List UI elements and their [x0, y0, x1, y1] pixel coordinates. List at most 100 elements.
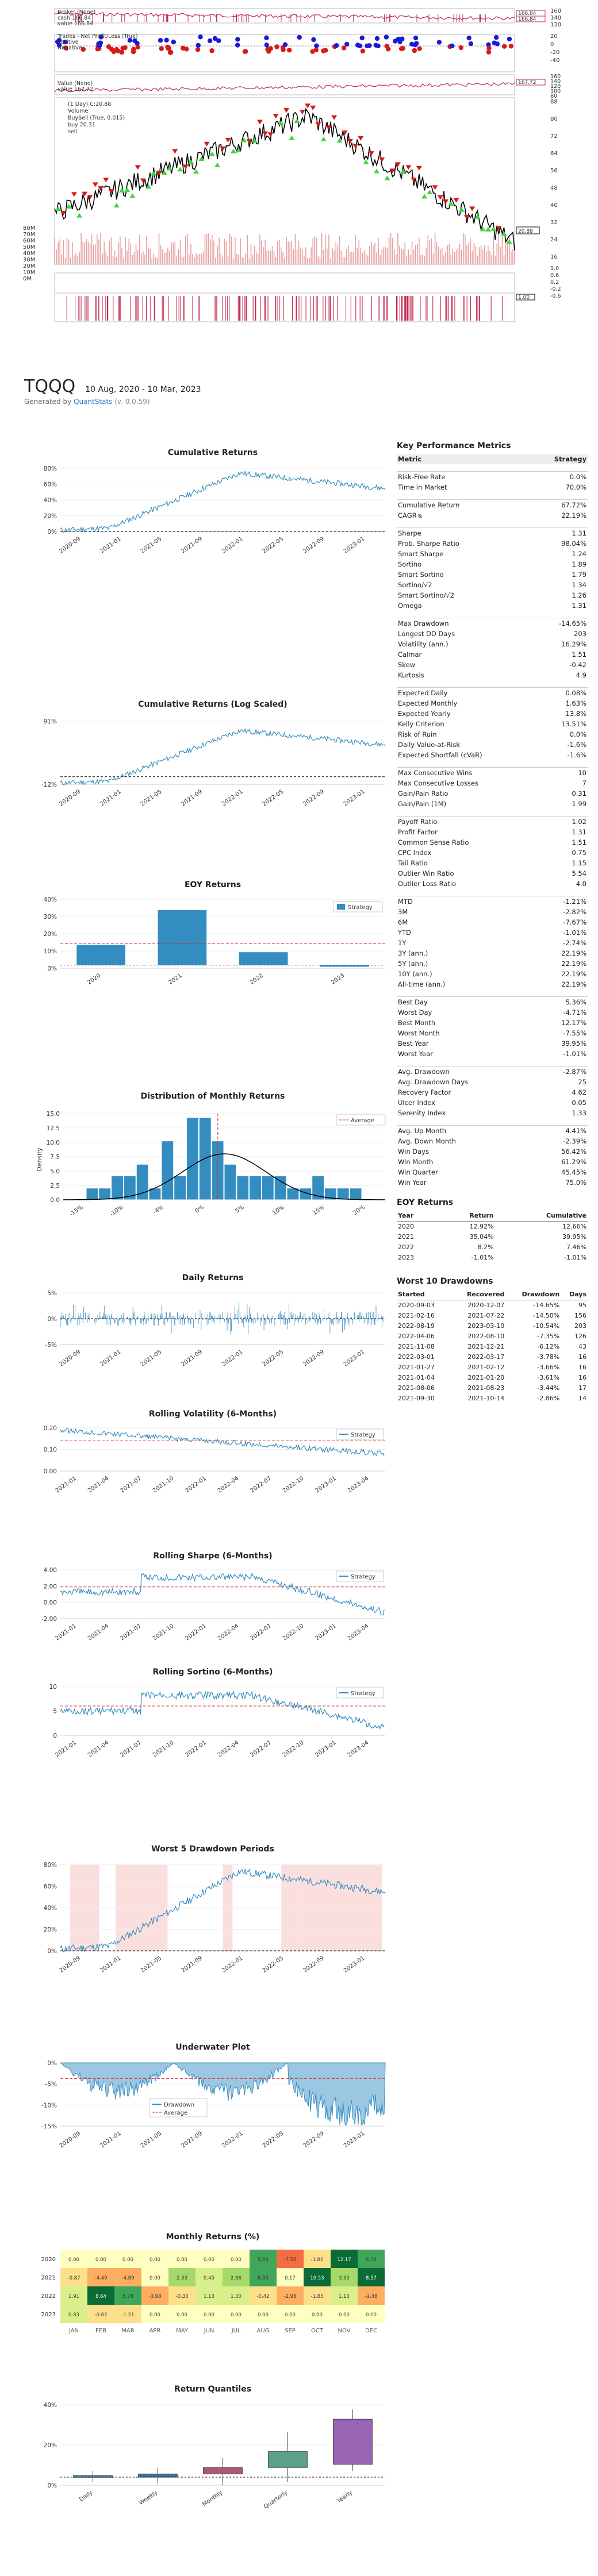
sell-marker — [71, 192, 77, 197]
volume-bar — [107, 256, 109, 264]
metric-row: Smart Sortino/√2 1.26 — [397, 590, 588, 600]
negative-trade-marker — [281, 47, 286, 52]
heatmap-cell-label: 3.63 — [339, 2275, 350, 2281]
x-tick-label: 2022-05 — [262, 1349, 285, 1368]
negative-trade-marker — [268, 46, 273, 51]
volume-bar — [399, 245, 400, 264]
price-tick: 48 — [550, 185, 558, 191]
heatmap-cell-label: 0.45 — [204, 2275, 214, 2281]
volume-bar — [126, 251, 128, 264]
volume-bar — [408, 249, 409, 264]
volume-bar — [64, 258, 66, 264]
positive-trade-marker — [264, 35, 269, 40]
heatmap-row-label: 2021 — [41, 2275, 56, 2281]
positive-trade-marker — [367, 43, 372, 48]
table-cell: 2022 — [398, 1243, 414, 1251]
trades-tick: 20 — [550, 33, 558, 40]
metric-value: 0.31 — [572, 790, 586, 798]
volume-bar — [98, 239, 99, 264]
positive-trade-marker — [311, 37, 316, 43]
volume-bar — [281, 247, 282, 264]
positive-trade-marker — [450, 43, 455, 49]
heatmap-col-label: JUL — [231, 2328, 241, 2334]
eoy-bar — [239, 952, 288, 965]
metric-label: 6M — [398, 918, 408, 926]
heatmap-cell-label: -0.33 — [176, 2294, 189, 2300]
volume-bar — [238, 254, 239, 264]
table-cell: 2021 — [398, 1233, 414, 1241]
broker-tick: 160 — [550, 8, 561, 14]
legend-label: Strategy — [351, 1691, 375, 1697]
volume-bar — [406, 256, 408, 264]
value-line — [54, 82, 515, 93]
volume-bar — [296, 249, 298, 264]
volume-bar — [56, 249, 57, 264]
volume-bar — [189, 254, 190, 264]
broker-tick: 120 — [550, 22, 561, 28]
metric-label: Sortino — [398, 560, 422, 568]
positive-trade-marker — [413, 35, 419, 41]
heatmap-col-label: DEC — [365, 2328, 377, 2334]
volume-bar — [100, 233, 101, 264]
positive-trade-marker — [384, 34, 389, 40]
sell-marker — [453, 198, 459, 203]
table-row: 2021-01-04 2021-01-20 -3.61% 16 — [397, 1373, 588, 1383]
volume-bar — [288, 241, 289, 264]
panel-frame — [54, 8, 515, 24]
y-tick-label: 40% — [44, 2402, 57, 2409]
table-row: 2021-02-16 2021-07-22 -14.50% 156 — [397, 1311, 588, 1321]
volume-bar — [232, 258, 234, 264]
metric-label: Expected Yearly — [398, 710, 451, 718]
x-tick-label: 0% — [194, 1204, 205, 1214]
volume-bar — [347, 245, 349, 264]
x-tick-label: 2021-04 — [87, 1475, 110, 1494]
quantstats-link[interactable]: QuantStats — [74, 398, 112, 406]
volume-bar — [114, 251, 116, 264]
table-cell: 17 — [578, 1384, 586, 1392]
metric-value: -2.74% — [563, 939, 586, 947]
histogram-bar — [86, 1188, 99, 1200]
volume-bar — [496, 243, 498, 264]
y-tick-label: 40% — [44, 896, 57, 903]
metric-row: Max Consecutive Losses 7 — [397, 778, 588, 788]
heatmap-col-label: JUN — [204, 2328, 214, 2334]
table-row: 2020 12.92% 12.66% — [397, 1222, 588, 1233]
y-tick-label: 20% — [44, 2442, 57, 2449]
table-cell: 16 — [578, 1364, 586, 1371]
volume-bar — [363, 250, 365, 264]
positive-trade-marker — [171, 39, 177, 45]
heatmap-cell-label: -1.80 — [311, 2257, 324, 2263]
metrics-separator — [397, 464, 588, 472]
volume-bar — [110, 237, 112, 264]
x-tick-label: 2022-01 — [221, 1955, 244, 1974]
metric-row: Smart Sortino 1.79 — [397, 569, 588, 580]
volume-bar — [381, 249, 383, 264]
metric-value: 4.9 — [576, 671, 586, 679]
y-tick-label: -5% — [45, 2081, 57, 2088]
metric-value: 1.99 — [572, 800, 586, 808]
drawdown-area — [60, 2062, 386, 2126]
metric-label: Expected Daily — [398, 689, 448, 697]
quantile-box — [203, 2467, 243, 2474]
table-cell: 2023-03-10 — [467, 1322, 505, 1330]
metric-label: All-time (ann.) — [398, 980, 446, 988]
volume-bar — [454, 252, 455, 264]
worst5-drawdowns-chart: 80% 60% 40% 20% 0%2020-09 2021-01 2021-05 2021-… — [44, 1862, 386, 1974]
metric-row: Best Month 12.17% — [397, 1018, 588, 1028]
metric-label: Max Consecutive Wins — [398, 769, 473, 777]
metric-row: 3Y (ann.) 22.19% — [397, 948, 588, 958]
volume-bar — [97, 234, 98, 264]
metric-row: 3M -2.82% — [397, 907, 588, 917]
volume-bar — [501, 233, 503, 264]
metric-label: Longest DD Days — [398, 630, 455, 638]
y-tick-label: 10 — [49, 1684, 57, 1691]
distribution-title: Distribution of Monthly Returns — [140, 1092, 285, 1101]
price-tick: 56 — [550, 168, 558, 174]
table-cell: 2021-08-23 — [467, 1384, 505, 1392]
volume-bar — [194, 257, 195, 264]
table-cell: 16 — [578, 1374, 586, 1381]
heatmap-cell-label: 0.00 — [339, 2312, 350, 2318]
x-tick-label: 2021-07 — [119, 1739, 143, 1758]
volume-bar — [393, 249, 395, 264]
legend-label: Average — [164, 2110, 187, 2116]
